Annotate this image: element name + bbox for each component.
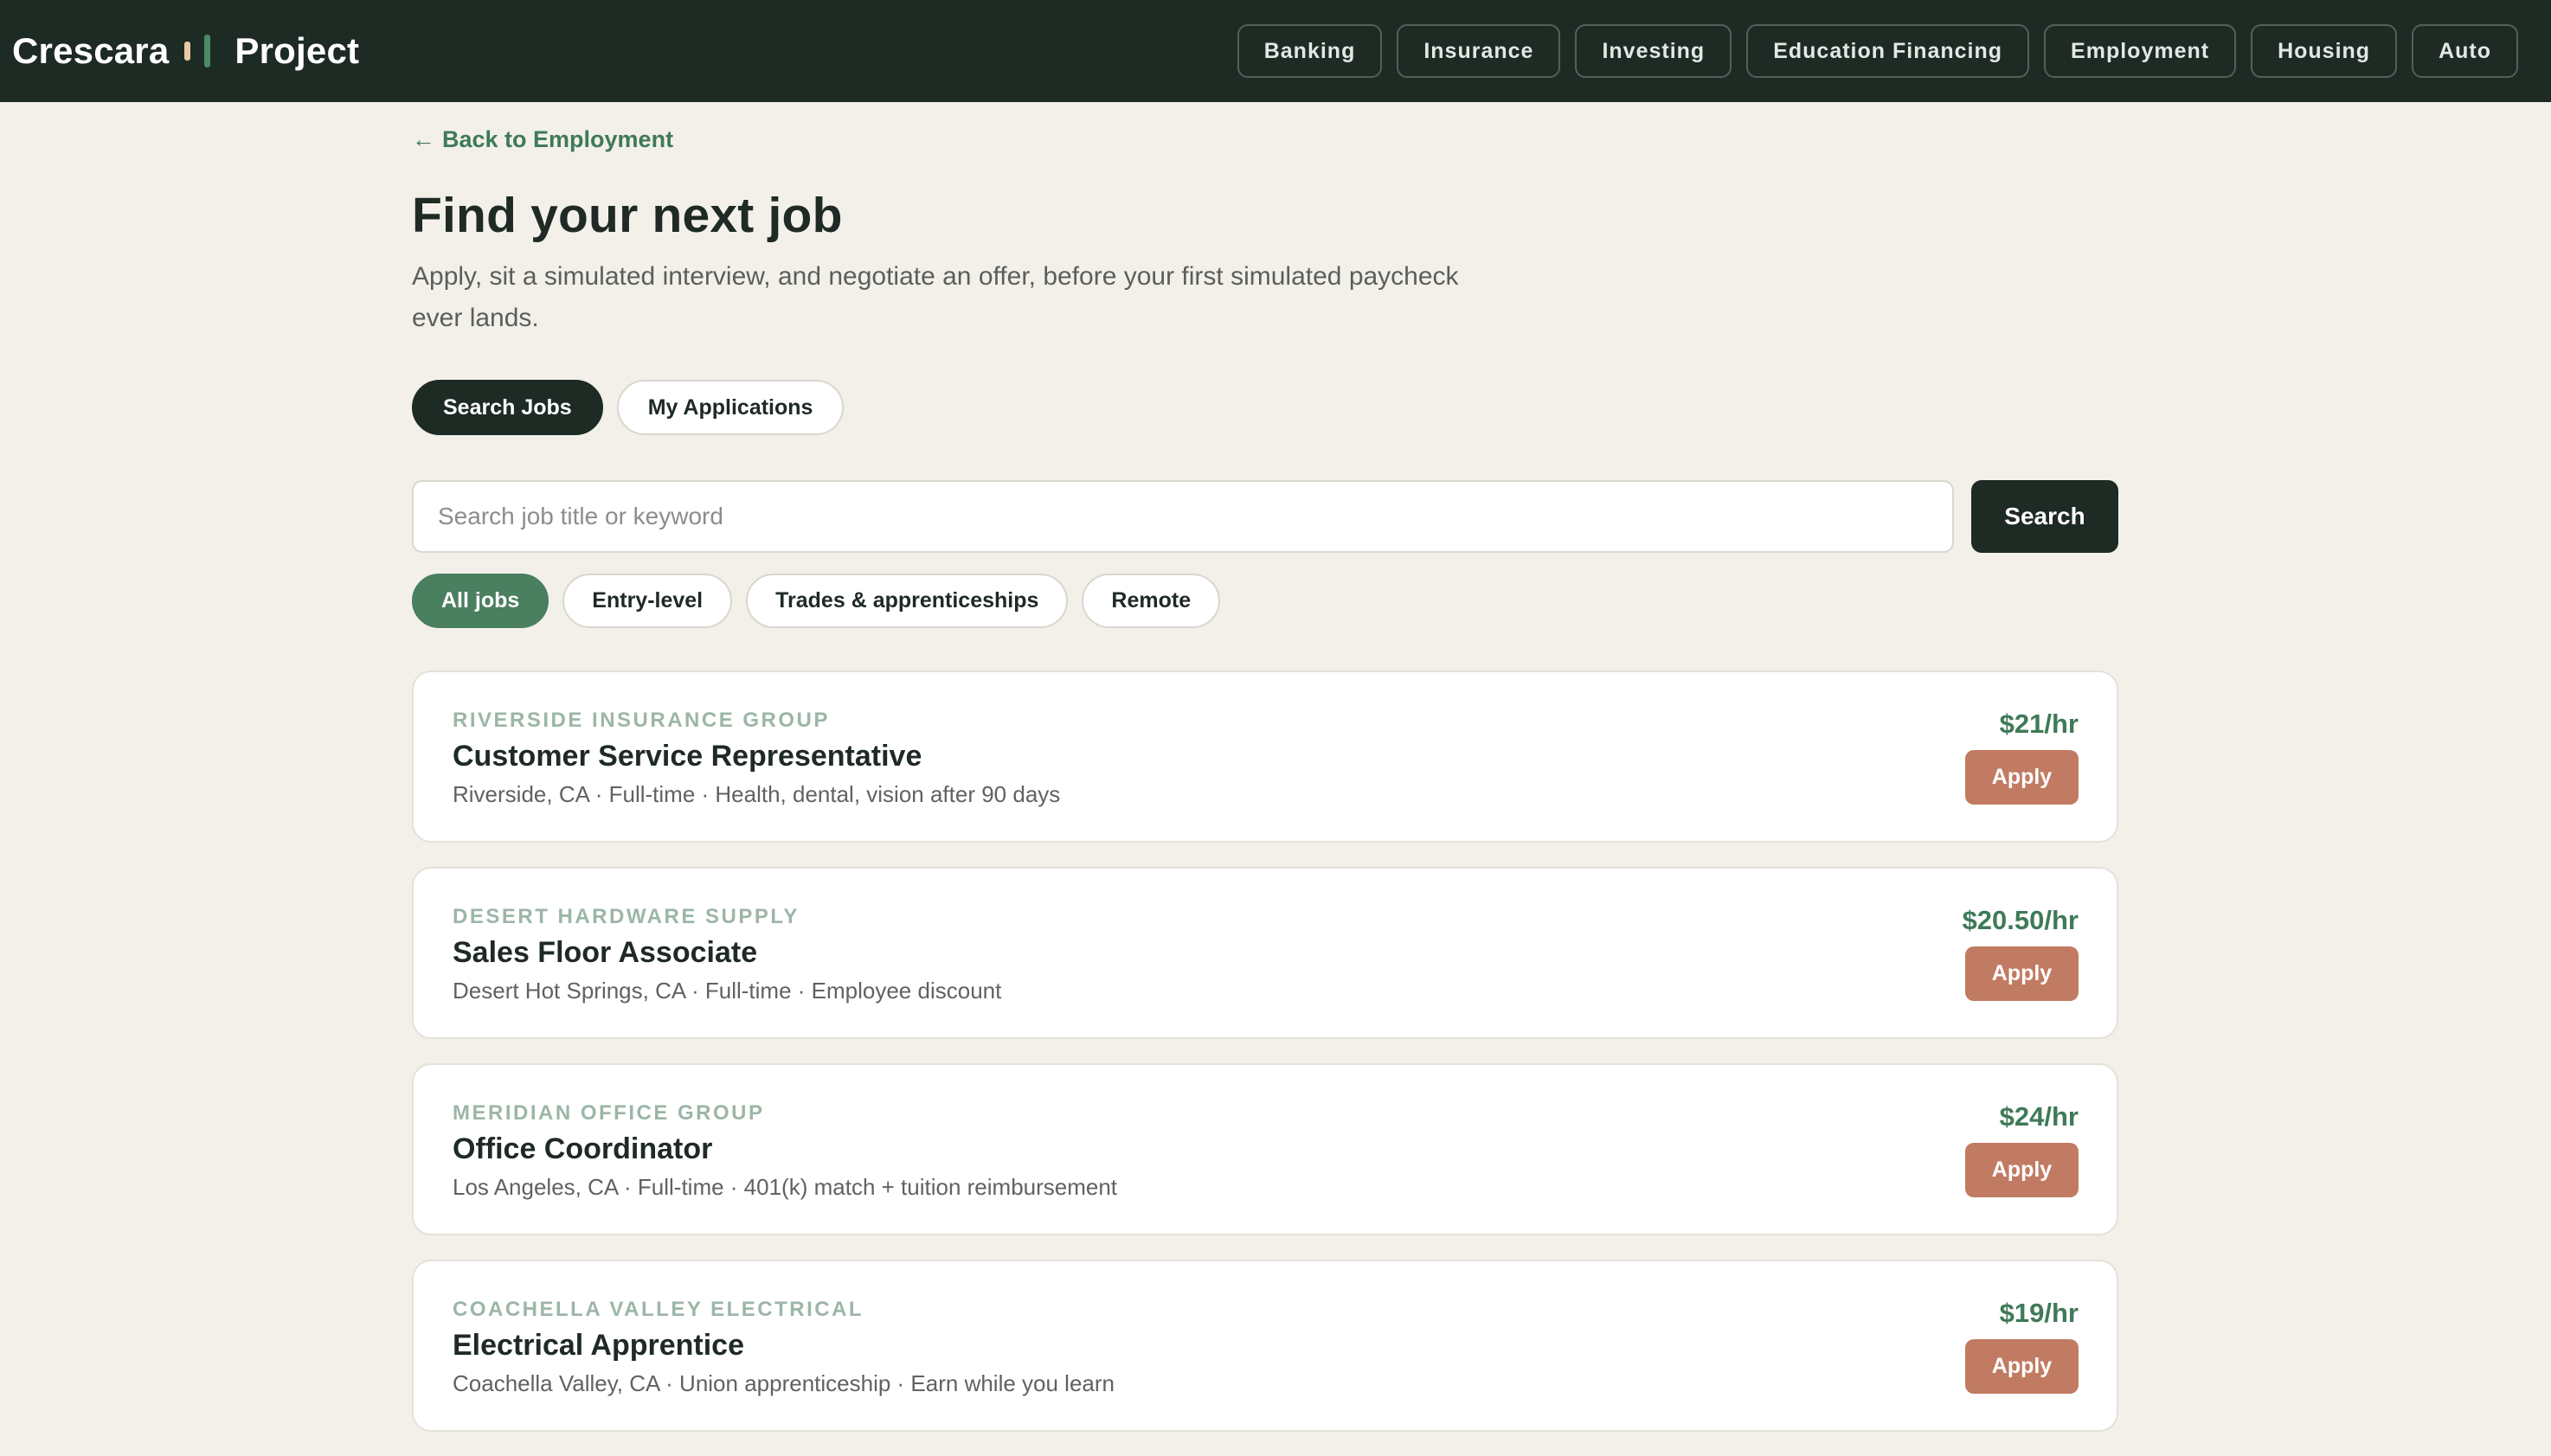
job-company: DESERT HARDWARE SUPPLY: [453, 905, 800, 928]
search-bar: Search: [412, 480, 2118, 553]
search-button[interactable]: Search: [1971, 480, 2118, 553]
job-filters: All jobs Entry-level Trades & apprentice…: [412, 574, 1221, 628]
brand-logo-mark-short: [184, 42, 191, 61]
brand-logo-mark-tall: [204, 35, 211, 67]
job-card: MERIDIAN OFFICE GROUP Office Coordinator…: [412, 1063, 2118, 1235]
job-title[interactable]: Sales Floor Associate: [453, 936, 757, 970]
nav-employment-button[interactable]: Employment: [2044, 24, 2237, 78]
filter-trades-apprenticeships[interactable]: Trades & apprenticeships: [746, 574, 1069, 628]
filter-remote[interactable]: Remote: [1082, 574, 1221, 628]
nav-housing-button[interactable]: Housing: [2251, 24, 2398, 78]
job-details: Riverside, CA · Full-time · Health, dent…: [453, 781, 1061, 807]
page-subtitle: Apply, sit a simulated interview, and ne…: [412, 262, 1459, 332]
job-pay: $19/hr: [1999, 1298, 2079, 1328]
main-nav: Banking Insurance Investing Education Fi…: [1237, 24, 2518, 78]
apply-button[interactable]: Apply: [1965, 946, 2079, 1001]
arrow-left-icon: ←: [412, 126, 435, 152]
brand-name: Crescara: [12, 30, 170, 71]
job-card: DESERT HARDWARE SUPPLY Sales Floor Assoc…: [412, 867, 2118, 1039]
job-company: COACHELLA VALLEY ELECTRICAL: [453, 1298, 864, 1321]
job-pay: $21/hr: [1999, 709, 2079, 739]
brand-logo-icon: [184, 35, 211, 67]
filter-entry-level[interactable]: Entry-level: [562, 574, 733, 628]
back-to-employment-link[interactable]: ← Back to Employment: [412, 126, 673, 153]
job-company: RIVERSIDE INSURANCE GROUP: [453, 709, 830, 732]
brand-project: Project: [235, 30, 360, 71]
job-details: Coachella Valley, CA · Union apprentices…: [453, 1370, 1115, 1396]
apply-button[interactable]: Apply: [1965, 1339, 2079, 1394]
job-title[interactable]: Electrical Apprentice: [453, 1329, 744, 1363]
brand[interactable]: Crescara Project: [12, 0, 359, 102]
job-details: Desert Hot Springs, CA · Full-time · Emp…: [453, 978, 1002, 1004]
tab-my-applications[interactable]: My Applications: [616, 380, 845, 435]
top-navigation-bar: Crescara Project Banking Insurance Inves…: [0, 0, 2551, 102]
nav-auto-button[interactable]: Auto: [2412, 24, 2518, 78]
nav-education-financing-button[interactable]: Education Financing: [1746, 24, 2030, 78]
job-title[interactable]: Customer Service Representative: [453, 740, 922, 773]
job-company: MERIDIAN OFFICE GROUP: [453, 1101, 765, 1125]
nav-investing-button[interactable]: Investing: [1575, 24, 1732, 78]
filter-all-jobs[interactable]: All jobs: [412, 574, 549, 628]
job-list: RIVERSIDE INSURANCE GROUP Customer Servi…: [412, 670, 2118, 1456]
nav-insurance-button[interactable]: Insurance: [1397, 24, 1561, 78]
job-card: COACHELLA VALLEY ELECTRICAL Electrical A…: [412, 1260, 2118, 1432]
job-pay: $24/hr: [1999, 1101, 2079, 1132]
page-title: Find your next job: [412, 188, 843, 243]
view-tabs: Search Jobs My Applications: [412, 380, 845, 435]
nav-banking-button[interactable]: Banking: [1237, 24, 1383, 78]
apply-button[interactable]: Apply: [1965, 1143, 2079, 1197]
job-pay: $20.50/hr: [1962, 905, 2079, 935]
job-card: RIVERSIDE INSURANCE GROUP Customer Servi…: [412, 670, 2118, 843]
job-title[interactable]: Office Coordinator: [453, 1132, 712, 1166]
search-input[interactable]: [412, 480, 1954, 553]
tab-search-jobs[interactable]: Search Jobs: [412, 380, 603, 435]
apply-button[interactable]: Apply: [1965, 750, 2079, 805]
back-link-label: Back to Employment: [442, 126, 674, 152]
job-details: Los Angeles, CA · Full-time · 401(k) mat…: [453, 1174, 1118, 1200]
